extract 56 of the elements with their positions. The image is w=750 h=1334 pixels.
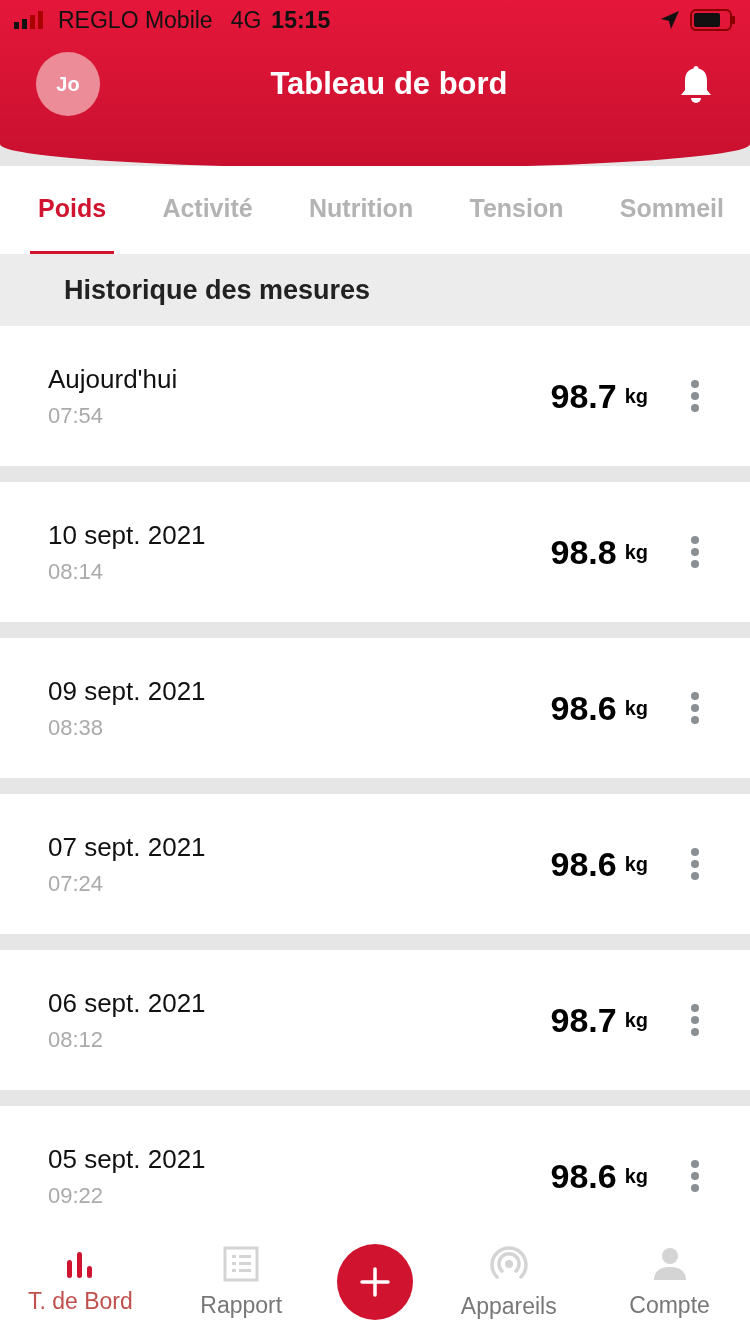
- nav-item[interactable]: Compte: [604, 1245, 735, 1319]
- measurement-time: 07:24: [48, 870, 105, 897]
- measurement-row[interactable]: 10 sept. 2021 08:14 98.8 kg: [0, 482, 750, 622]
- carrier-name: REGLO Mobile: [58, 6, 213, 34]
- nav-label: Appareils: [460, 1292, 557, 1320]
- more-icon[interactable]: [690, 535, 700, 569]
- measurement-date: 06 sept. 2021: [48, 987, 207, 1019]
- nav-item[interactable]: Rapport: [176, 1245, 307, 1319]
- bell-icon[interactable]: [678, 64, 714, 104]
- person-icon: [651, 1245, 688, 1282]
- measurement-row[interactable]: 09 sept. 2021 08:38 98.6 kg: [0, 638, 750, 778]
- weight-unit: kg: [624, 696, 648, 720]
- section-title: Historique des mesures: [0, 254, 750, 326]
- measurement-date: 07 sept. 2021: [48, 831, 207, 863]
- measurement-row[interactable]: Aujourd'hui 07:54 98.7 kg: [0, 326, 750, 466]
- weight-value: 98.6: [550, 1156, 617, 1196]
- measurement-row[interactable]: 06 sept. 2021 08:12 98.7 kg: [0, 950, 750, 1090]
- measurement-row[interactable]: 07 sept. 2021 07:24 98.6 kg: [0, 794, 750, 934]
- measurement-time: 07:54: [48, 402, 105, 429]
- list-icon: [223, 1245, 260, 1282]
- weight-value: 98.7: [550, 376, 617, 416]
- weight-unit: kg: [624, 1164, 648, 1188]
- weight-unit: kg: [624, 1008, 648, 1032]
- avatar[interactable]: Jo: [36, 52, 100, 116]
- network-type: 4G: [230, 6, 262, 34]
- measurement-date: 09 sept. 2021: [48, 675, 207, 707]
- measurement-row[interactable]: 05 sept. 2021 09:22 98.6 kg: [0, 1106, 750, 1230]
- more-icon[interactable]: [690, 691, 700, 725]
- weight-value: 98.6: [550, 688, 617, 728]
- measurement-date: 10 sept. 2021: [48, 519, 207, 551]
- plus-icon: [360, 1267, 390, 1297]
- measurement-time: 08:12: [48, 1026, 105, 1053]
- more-icon[interactable]: [690, 847, 700, 881]
- weight-unit: kg: [624, 384, 648, 408]
- weight-unit: kg: [624, 540, 648, 564]
- measurement-time: 09:22: [48, 1182, 105, 1209]
- weight-unit: kg: [624, 852, 648, 876]
- nav-label: Rapport: [200, 1291, 283, 1319]
- battery-icon: [690, 9, 736, 31]
- weight-value: 98.8: [550, 532, 617, 572]
- measurement-date: 05 sept. 2021: [48, 1143, 207, 1175]
- measurement-time: 08:38: [48, 714, 105, 741]
- page-title: Tableau de bord: [269, 66, 509, 102]
- more-icon[interactable]: [690, 1159, 700, 1193]
- weight-value: 98.7: [550, 1000, 617, 1040]
- nav-label: T. de Bord: [27, 1287, 133, 1315]
- measurement-date: Aujourd'hui: [48, 363, 179, 395]
- nav-item[interactable]: T. de Bord: [15, 1249, 146, 1315]
- more-icon[interactable]: [690, 1003, 700, 1037]
- clock: 15:15: [271, 6, 331, 34]
- nav-item[interactable]: Appareils: [443, 1244, 574, 1320]
- weight-value: 98.6: [550, 844, 617, 884]
- location-arrow-icon: [660, 10, 680, 30]
- measurement-time: 08:14: [48, 558, 105, 585]
- nav-label: Compte: [629, 1291, 710, 1319]
- more-icon[interactable]: [690, 379, 700, 413]
